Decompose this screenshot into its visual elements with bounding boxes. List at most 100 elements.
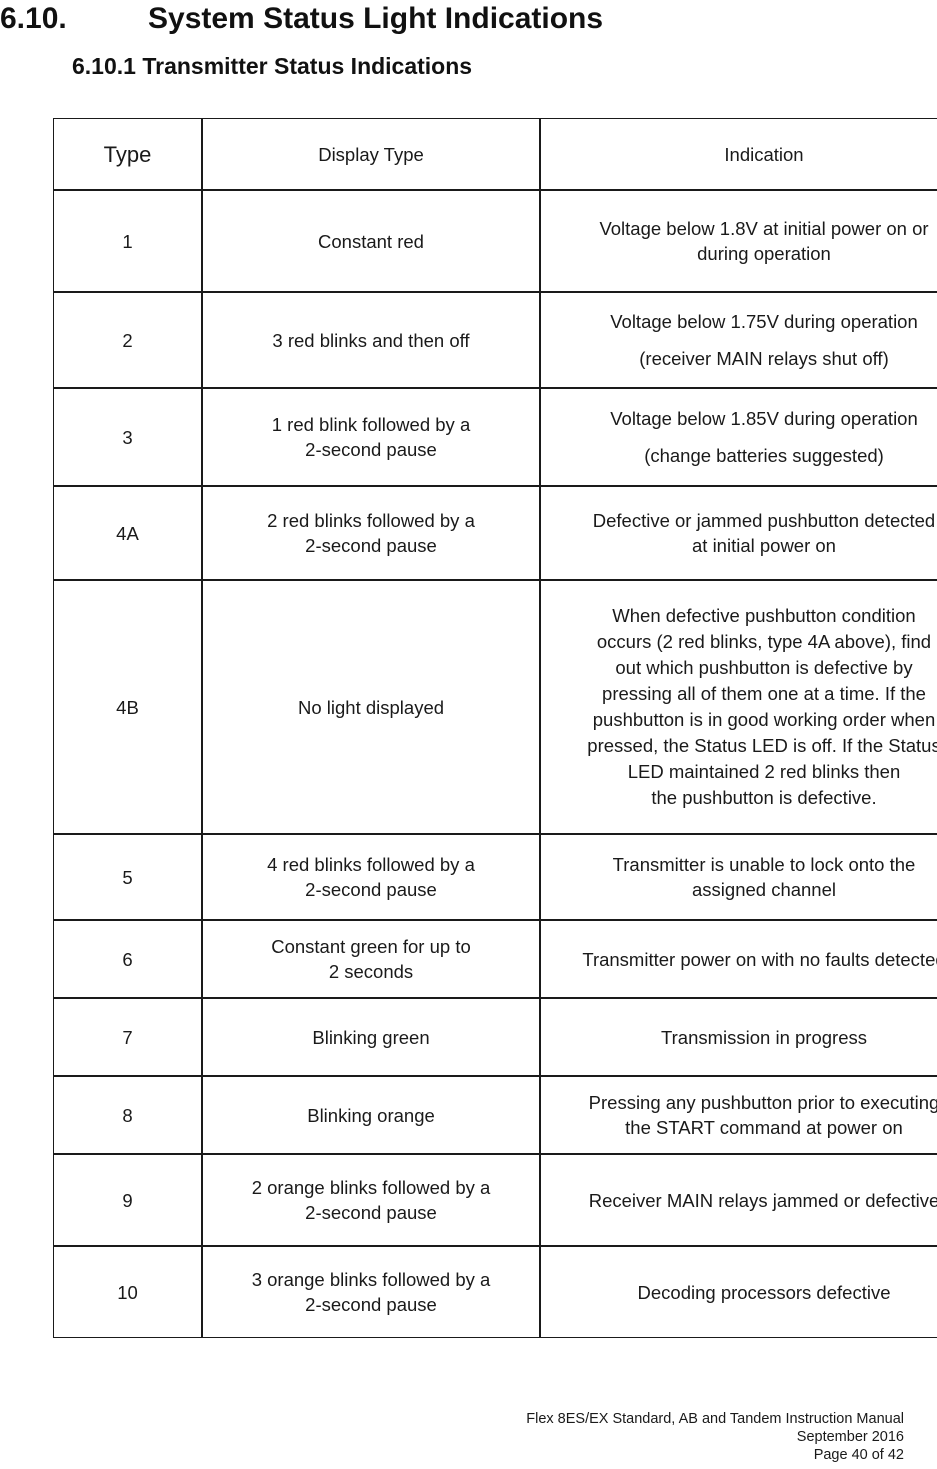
indication-line: Transmitter is unable to lock onto the xyxy=(612,854,916,875)
cell-indication: Transmission in progress xyxy=(540,998,937,1076)
table-row: 10 3 orange blinks followed by a 2-secon… xyxy=(53,1246,937,1338)
display-line: 2-second pause xyxy=(305,1294,437,1315)
display-line: Blinking orange xyxy=(307,1104,435,1126)
table-row: 5 4 red blinks followed by a 2-second pa… xyxy=(53,834,937,920)
indication-line: (change batteries suggested) xyxy=(644,445,884,466)
cell-display-type: 4 red blinks followed by a 2-second paus… xyxy=(202,834,540,920)
table-row: 4B No light displayed When defective pus… xyxy=(53,580,937,834)
cell-indication: Pressing any pushbutton prior to executi… xyxy=(540,1076,937,1154)
cell-display-type: No light displayed xyxy=(202,580,540,834)
cell-indication: Transmitter is unable to lock onto the a… xyxy=(540,834,937,920)
column-header-indication: Indication xyxy=(540,118,937,190)
indication-line: during operation xyxy=(697,243,831,264)
indication-line: the pushbutton is defective. xyxy=(651,787,877,808)
display-line: 2 seconds xyxy=(328,961,414,982)
cell-display-type: 1 red blink followed by a 2-second pause xyxy=(202,388,540,486)
table-row: 8 Blinking orange Pressing any pushbutto… xyxy=(53,1076,937,1154)
display-line: 4 red blinks followed by a xyxy=(267,854,475,875)
indication-line: Pressing any pushbutton prior to executi… xyxy=(588,1092,937,1113)
table-row: 7 Blinking green Transmission in progres… xyxy=(53,998,937,1076)
indication-line: Receiver MAIN relays jammed or defective xyxy=(588,1189,937,1211)
display-line: 2 orange blinks followed by a xyxy=(251,1177,491,1198)
table-row: 6 Constant green for up to 2 seconds Tra… xyxy=(53,920,937,998)
section-title: System Status Light Indications xyxy=(148,2,604,35)
indication-line: pressing all of them one at a time. If t… xyxy=(602,683,926,704)
table-row: 4A 2 red blinks followed by a 2-second p… xyxy=(53,486,937,580)
display-line: Constant red xyxy=(318,230,424,252)
indication-line: LED maintained 2 red blinks then xyxy=(627,761,901,782)
indication-line: Voltage below 1.75V during operation xyxy=(610,311,918,332)
display-line: 3 red blinks and then off xyxy=(272,329,470,351)
table-header: Type Display Type Indication xyxy=(53,118,937,190)
indication-line: Voltage below 1.8V at initial power on o… xyxy=(599,218,929,239)
cell-display-type: Constant green for up to 2 seconds xyxy=(202,920,540,998)
display-line: 2-second pause xyxy=(305,1202,437,1223)
table-row: 1 Constant red Voltage below 1.8V at ini… xyxy=(53,190,937,292)
display-line: Blinking green xyxy=(312,1026,430,1048)
cell-indication: Voltage below 1.8V at initial power on o… xyxy=(540,190,937,292)
transmitter-status-table: Type Display Type Indication 1 Constant … xyxy=(53,118,937,1338)
indication-line: out which pushbutton is defective by xyxy=(615,657,913,678)
cell-indication: Receiver MAIN relays jammed or defective xyxy=(540,1154,937,1246)
display-line: 2-second pause xyxy=(305,535,437,556)
indication-line: pressed, the Status LED is off. If the S… xyxy=(587,735,937,756)
cell-display-type: 2 orange blinks followed by a 2-second p… xyxy=(202,1154,540,1246)
indication-line: (receiver MAIN relays shut off) xyxy=(639,348,889,369)
cell-display-type: 3 orange blinks followed by a 2-second p… xyxy=(202,1246,540,1338)
cell-indication: Defective or jammed pushbutton detected … xyxy=(540,486,937,580)
cell-type: 1 xyxy=(53,190,202,292)
table-row: 3 1 red blink followed by a 2-second pau… xyxy=(53,388,937,486)
table-row: 2 3 red blinks and then off Voltage belo… xyxy=(53,292,937,388)
cell-display-type: 3 red blinks and then off xyxy=(202,292,540,388)
status-table-wrapper: Type Display Type Indication 1 Constant … xyxy=(53,118,937,1338)
indication-line: assigned channel xyxy=(692,879,836,900)
display-line: 2 red blinks followed by a xyxy=(267,510,475,531)
cell-type: 9 xyxy=(53,1154,202,1246)
indication-line: Decoding processors defective xyxy=(637,1281,891,1303)
indication-line: When defective pushbutton condition xyxy=(612,605,916,626)
cell-type: 4A xyxy=(53,486,202,580)
table-body: 1 Constant red Voltage below 1.8V at ini… xyxy=(53,190,937,1338)
display-line: No light displayed xyxy=(297,696,445,718)
cell-type: 3 xyxy=(53,388,202,486)
display-line: 1 red blink followed by a xyxy=(271,414,471,435)
cell-type: 5 xyxy=(53,834,202,920)
indication-line: the START command at power on xyxy=(625,1117,903,1138)
cell-type: 7 xyxy=(53,998,202,1076)
indication-line: Transmission in progress xyxy=(661,1026,867,1048)
footer-date: September 2016 xyxy=(796,1429,904,1445)
section-number: 6.10. xyxy=(0,2,67,35)
cell-display-type: Constant red xyxy=(202,190,540,292)
section-heading: 6.10. System Status Light Indications xyxy=(0,2,900,36)
subsection-heading: 6.10.1 Transmitter Status Indications xyxy=(72,53,473,79)
display-line: Constant green for up to xyxy=(271,936,471,957)
cell-indication: Voltage below 1.85V during operation (ch… xyxy=(540,388,937,486)
indication-line: Defective or jammed pushbutton detected xyxy=(592,510,936,531)
footer-page-number: Page 40 of 42 xyxy=(813,1447,904,1463)
cell-indication: Voltage below 1.75V during operation (re… xyxy=(540,292,937,388)
indication-line: at initial power on xyxy=(692,535,836,556)
cell-display-type: 2 red blinks followed by a 2-second paus… xyxy=(202,486,540,580)
display-line: 2-second pause xyxy=(305,439,437,460)
cell-indication: When defective pushbutton condition occu… xyxy=(540,580,937,834)
cell-type: 10 xyxy=(53,1246,202,1338)
table-row: 9 2 orange blinks followed by a 2-second… xyxy=(53,1154,937,1246)
cell-type: 6 xyxy=(53,920,202,998)
cell-indication: Transmitter power on with no faults dete… xyxy=(540,920,937,998)
cell-type: 2 xyxy=(53,292,202,388)
cell-type: 8 xyxy=(53,1076,202,1154)
footer-manual-title: Flex 8ES/EX Standard, AB and Tandem Inst… xyxy=(526,1411,904,1427)
indication-line: pushbutton is in good working order when xyxy=(592,709,936,730)
indication-line: occurs (2 red blinks, type 4A above), fi… xyxy=(596,631,932,652)
cell-display-type: Blinking orange xyxy=(202,1076,540,1154)
display-line: 3 orange blinks followed by a xyxy=(251,1269,491,1290)
display-line: 2-second pause xyxy=(305,879,437,900)
cell-indication: Decoding processors defective xyxy=(540,1246,937,1338)
document-page: 6.10. System Status Light Indications 6.1… xyxy=(0,0,937,1469)
column-header-type: Type xyxy=(53,118,202,190)
page-footer: Flex 8ES/EX Standard, AB and Tandem Inst… xyxy=(526,1410,904,1464)
column-header-display-type: Display Type xyxy=(202,118,540,190)
indication-line: Transmitter power on with no faults dete… xyxy=(582,948,937,970)
cell-type: 4B xyxy=(53,580,202,834)
table-header-row: Type Display Type Indication xyxy=(53,118,937,190)
